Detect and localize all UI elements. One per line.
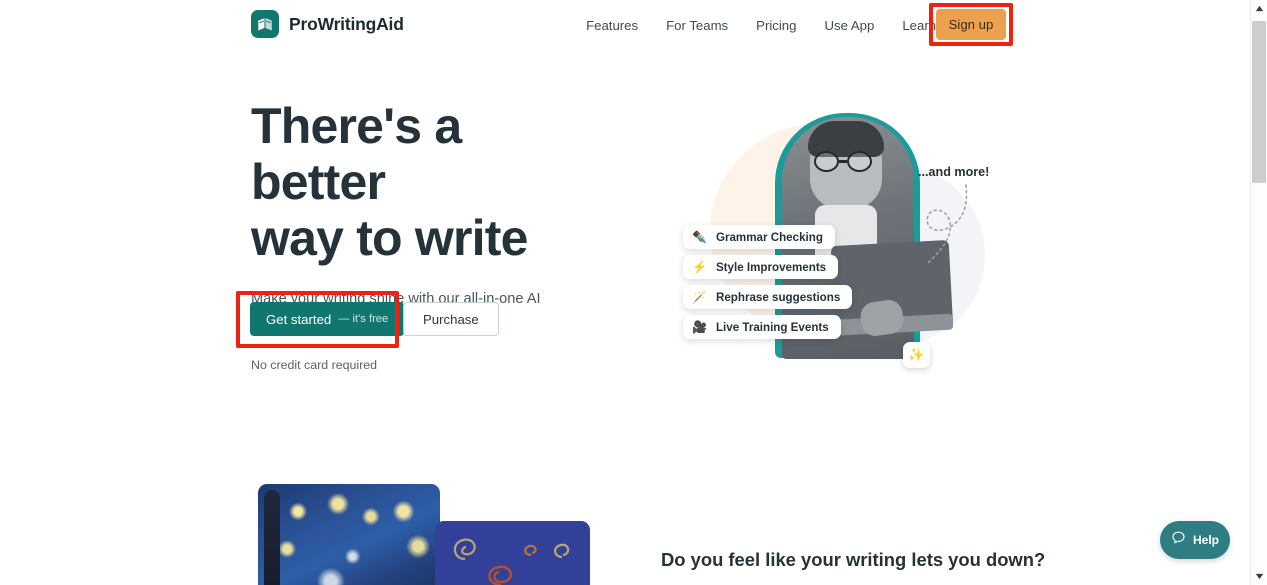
- scrollbar-thumb[interactable]: [1252, 21, 1266, 183]
- brand-logo-link[interactable]: ProWritingAid: [251, 10, 404, 38]
- video-camera-icon: 🎥: [692, 320, 707, 334]
- no-credit-card-note: No credit card required: [251, 358, 378, 372]
- feature-pill-label: Style Improvements: [715, 260, 827, 274]
- feature-pill-label: Live Training Events: [715, 320, 829, 334]
- help-widget-button[interactable]: Help: [1160, 521, 1230, 559]
- nav-item-pricing[interactable]: Pricing: [742, 12, 810, 39]
- signup-button-region: Sign up: [929, 3, 1013, 46]
- nav-item-for-teams[interactable]: For Teams: [652, 12, 742, 39]
- feature-pill-rephrase-suggestions: 🪄 Rephrase suggestions: [683, 285, 853, 309]
- nav-item-features[interactable]: Features: [572, 12, 652, 39]
- hero-title-line-1: There's a better: [251, 98, 462, 210]
- feature-pill-grammar-checking: ✒️ Grammar Checking: [683, 225, 835, 249]
- get-started-free-note: — it's free: [338, 313, 389, 325]
- feature-pill-label: Grammar Checking: [715, 230, 823, 244]
- browser-page: ProWritingAid Features For Teams Pricing…: [0, 0, 1267, 585]
- scrollbar-down-arrow-icon[interactable]: [1251, 568, 1267, 585]
- eyeglasses-bridge: [839, 160, 847, 163]
- and-more-annotation: ...and more!: [918, 165, 990, 179]
- magic-wand-icon: 🪄: [692, 290, 707, 304]
- nav-item-use-app[interactable]: Use App: [810, 12, 888, 39]
- lightning-bolt-icon: ⚡: [692, 260, 707, 274]
- scrollbar-track[interactable]: [1251, 17, 1267, 568]
- doodle-swirls-icon: [453, 538, 570, 585]
- help-widget-label: Help: [1192, 533, 1219, 547]
- feature-pill-live-training-events: 🎥 Live Training Events: [683, 315, 841, 339]
- open-book-logo-icon: [251, 10, 279, 38]
- vertical-scrollbar[interactable]: [1250, 0, 1267, 585]
- feature-pill-label: Rephrase suggestions: [715, 290, 841, 304]
- hero-title-line-2: way to write: [251, 210, 528, 266]
- eyeglasses-right-lens-icon: [847, 151, 872, 172]
- brand-name: ProWritingAid: [289, 13, 404, 34]
- starry-night-cypress: [264, 490, 280, 585]
- site-header: ProWritingAid Features For Teams Pricing…: [0, 0, 1250, 50]
- scrollbar-up-arrow-icon[interactable]: [1251, 0, 1267, 17]
- artwork-card-starry-night: [258, 484, 440, 585]
- hero-illustration: ✒️ Grammar Checking ⚡ Style Improvements…: [655, 105, 1000, 370]
- get-started-button[interactable]: Get started — it's free: [250, 302, 405, 336]
- artwork-card-blue-doodles: [435, 521, 590, 585]
- purchase-button[interactable]: Purchase: [403, 302, 499, 336]
- hero-text-block: There's a better way to write Make your …: [251, 98, 591, 334]
- page-viewport: ProWritingAid Features For Teams Pricing…: [0, 0, 1250, 585]
- feature-pill-style-improvements: ⚡ Style Improvements: [683, 255, 839, 279]
- section-heading: Do you feel like your writing lets you d…: [661, 549, 1046, 570]
- speech-bubble-icon: [1171, 530, 1186, 550]
- sparkles-icon: ✨: [908, 347, 925, 362]
- dotted-curly-arrow-icon: [926, 184, 968, 264]
- signup-button[interactable]: Sign up: [936, 9, 1006, 40]
- page-title: There's a better way to write: [251, 98, 591, 266]
- get-started-label: Get started: [266, 311, 332, 327]
- fountain-pen-icon: ✒️: [692, 230, 707, 244]
- sparkle-badge: ✨: [903, 342, 930, 368]
- eyeglasses-left-lens-icon: [814, 151, 839, 172]
